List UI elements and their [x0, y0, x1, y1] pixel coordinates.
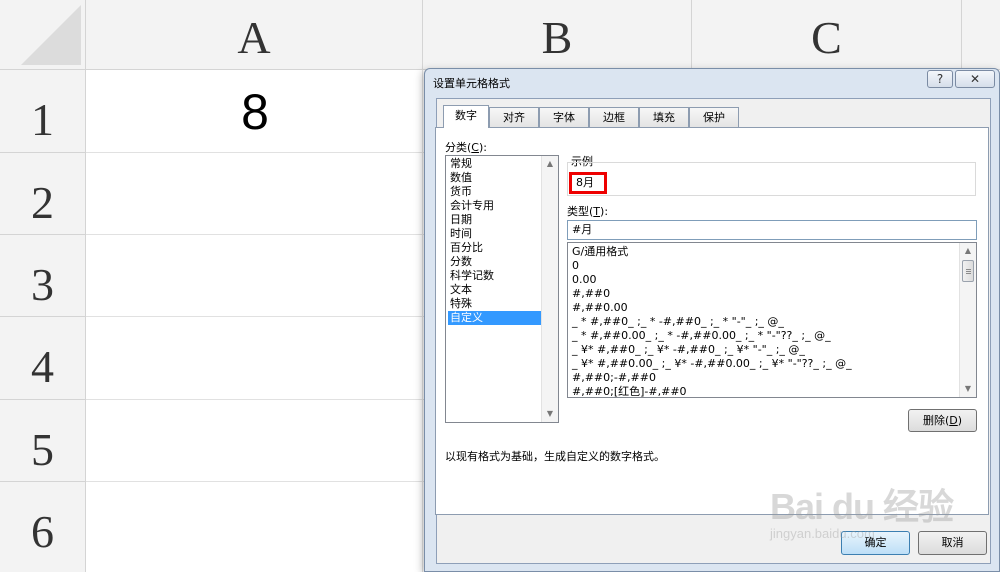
dialog-title: 设置单元格格式 — [433, 77, 510, 90]
column-header-a[interactable]: A — [86, 0, 423, 70]
list-item[interactable]: _ ¥* #,##0_ ;_ ¥* -#,##0_ ;_ ¥* "-"_ ;_ … — [570, 343, 950, 357]
list-item[interactable]: #,##0;-#,##0 — [570, 371, 950, 385]
scroll-up-icon[interactable]: ▲ — [960, 243, 976, 259]
category-list[interactable]: 常规 数值 货币 会计专用 日期 时间 百分比 分数 科学记数 文本 特殊 自定… — [445, 155, 559, 423]
list-item[interactable]: 0 — [570, 259, 950, 273]
help-button[interactable]: ? — [927, 70, 953, 88]
column-header-next[interactable] — [962, 0, 1000, 70]
tab-border[interactable]: 边框 — [589, 107, 639, 127]
type-label: 类型(T): — [567, 205, 609, 218]
ok-button[interactable]: 确定 — [841, 531, 910, 555]
list-item[interactable]: 时间 — [448, 227, 543, 241]
scroll-down-icon[interactable]: ▼ — [542, 406, 558, 422]
list-item[interactable]: 科学记数 — [448, 269, 543, 283]
scroll-up-icon[interactable]: ▲ — [542, 156, 558, 172]
list-item[interactable]: _ * #,##0.00_ ;_ * -#,##0.00_ ;_ * "-"??… — [570, 329, 950, 343]
tab-fill[interactable]: 填充 — [639, 107, 689, 127]
list-item[interactable]: 特殊 — [448, 297, 543, 311]
tab-alignment[interactable]: 对齐 — [489, 107, 539, 127]
list-item[interactable]: 日期 — [448, 213, 543, 227]
format-scrollbar[interactable]: ▲ ▼ — [959, 243, 976, 397]
list-item[interactable]: #,##0.00 — [570, 301, 950, 315]
row-header-2[interactable]: 2 — [0, 153, 86, 235]
cancel-button[interactable]: 取消 — [918, 531, 987, 555]
grip-line — [966, 273, 971, 274]
select-all-triangle-icon — [21, 5, 81, 65]
list-item[interactable]: _ ¥* #,##0.00_ ;_ ¥* -#,##0.00_ ;_ ¥* "-… — [570, 357, 950, 371]
tab-protection[interactable]: 保护 — [689, 107, 739, 127]
grip-line — [966, 271, 971, 272]
row-header-5[interactable]: 5 — [0, 400, 86, 482]
category-scrollbar[interactable]: ▲ ▼ — [541, 156, 558, 422]
list-item[interactable]: 文本 — [448, 283, 543, 297]
list-item[interactable]: 数值 — [448, 171, 543, 185]
tab-font[interactable]: 字体 — [539, 107, 589, 127]
list-item[interactable]: 0.00 — [570, 273, 950, 287]
row-header-1[interactable]: 1 — [0, 70, 86, 153]
format-cells-dialog: 设置单元格格式 ? ✕ 数字 对齐 字体 边框 填充 保护 分类(C): 常规 … — [424, 68, 1000, 572]
list-item[interactable]: G/通用格式 — [570, 245, 950, 259]
scroll-down-icon[interactable]: ▼ — [960, 381, 976, 397]
scroll-thumb[interactable] — [962, 260, 974, 282]
list-item[interactable]: 分数 — [448, 255, 543, 269]
tab-number[interactable]: 数字 — [443, 105, 489, 128]
list-item[interactable]: #,##0;[红色]-#,##0 — [570, 385, 950, 397]
grip-line — [966, 269, 971, 270]
cell-a1[interactable]: 8 — [87, 71, 423, 153]
list-item[interactable]: 百分比 — [448, 241, 543, 255]
number-tab-panel: 分类(C): 常规 数值 货币 会计专用 日期 时间 百分比 分数 科学记数 文… — [435, 127, 989, 515]
delete-button[interactable]: 删除(D) — [908, 409, 977, 432]
list-item-selected[interactable]: 自定义 — [448, 311, 543, 325]
row-header-6[interactable]: 6 — [0, 482, 86, 572]
close-button[interactable]: ✕ — [955, 70, 995, 88]
select-all-corner[interactable] — [0, 0, 86, 70]
list-item[interactable]: 货币 — [448, 185, 543, 199]
dialog-titlebar[interactable]: 设置单元格格式 ? ✕ — [425, 69, 999, 95]
list-item[interactable]: _ * #,##0_ ;_ * -#,##0_ ;_ * "-"_ ;_ @_ — [570, 315, 950, 329]
column-header-b[interactable]: B — [423, 0, 692, 70]
hint-text: 以现有格式为基础，生成自定义的数字格式。 — [445, 450, 665, 463]
sample-box — [567, 162, 976, 196]
row-header-4[interactable]: 4 — [0, 317, 86, 400]
format-list[interactable]: G/通用格式 0 0.00 #,##0 #,##0.00 _ * #,##0_ … — [567, 242, 977, 398]
list-item[interactable]: #,##0 — [570, 287, 950, 301]
sample-value: 8月 — [569, 172, 607, 194]
category-label: 分类(C): — [445, 141, 487, 154]
column-header-c[interactable]: C — [692, 0, 962, 70]
row-header-3[interactable]: 3 — [0, 235, 86, 317]
type-input[interactable]: #月 — [567, 220, 977, 240]
list-item[interactable]: 会计专用 — [448, 199, 543, 213]
list-item[interactable]: 常规 — [448, 157, 543, 171]
